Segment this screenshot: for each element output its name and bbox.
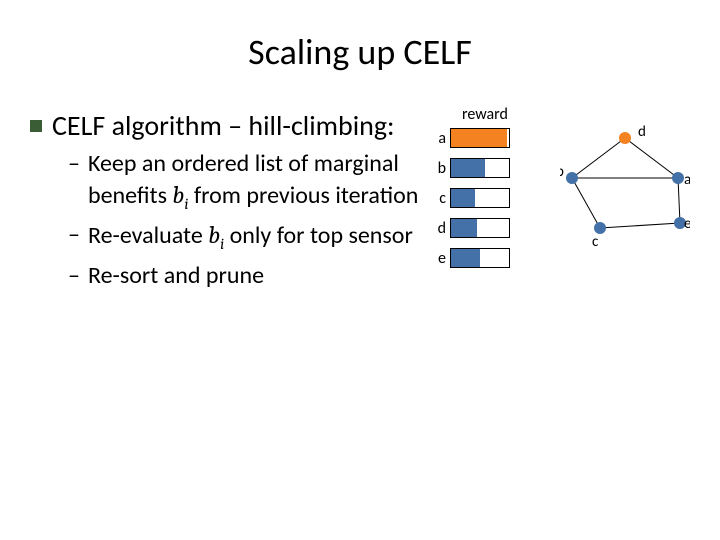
bullet-level1: CELF algorithm – hill-climbing: [30, 108, 420, 143]
bar-row: a [430, 128, 510, 148]
graph-edges [572, 138, 680, 228]
reward-bar-chart: abcde [430, 128, 510, 278]
bullet-text: CELF algorithm – hill-climbing: [52, 108, 395, 143]
node-d [619, 132, 631, 144]
subbullet-text: Re-sort and prune [88, 261, 264, 292]
bar-outline [450, 128, 510, 148]
bar-outline [450, 248, 510, 268]
text-column: CELF algorithm – hill-climbing: – Keep a… [0, 108, 420, 292]
bar-row: e [430, 248, 510, 268]
bar-outline [450, 188, 510, 208]
var-b: b [208, 221, 220, 249]
bar-fill [451, 159, 485, 177]
graph-nodes [566, 132, 686, 234]
node-label-a: a [684, 171, 690, 189]
bar-outline [450, 218, 510, 238]
subbullet-text: Re-evaluate bi only for top sensor [88, 220, 413, 255]
var-b: b [172, 181, 184, 209]
bar-row: b [430, 158, 510, 178]
bar-label: e [430, 249, 446, 268]
dash-icon: – [68, 220, 80, 250]
page-title: Scaling up CELF [0, 30, 720, 74]
bar-fill [451, 129, 507, 147]
bar-label: d [430, 219, 446, 238]
node-label-c: c [592, 233, 599, 251]
bar-label: a [430, 129, 446, 148]
bar-fill [451, 189, 475, 207]
visualization-column: reward abcde [420, 108, 690, 368]
bar-fill [451, 249, 480, 267]
text-fragment: Re-evaluate [88, 221, 208, 250]
bar-fill [451, 219, 477, 237]
dash-icon: – [68, 261, 80, 291]
bar-row: c [430, 188, 510, 208]
reward-axis-label: reward [462, 105, 508, 124]
bar-label: c [430, 189, 446, 208]
node-label-e: e [684, 215, 690, 233]
body-row: CELF algorithm – hill-climbing: – Keep a… [0, 108, 720, 368]
node-b [566, 172, 578, 184]
bullet-level2: – Re-evaluate bi only for top sensor [68, 220, 420, 255]
bullet-level2: – Re-sort and prune [68, 261, 420, 292]
bar-row: d [430, 218, 510, 238]
sensor-graph: d b a c e [560, 118, 690, 268]
node-a [672, 172, 684, 184]
bullet-level2: – Keep an ordered list of marginal benef… [68, 149, 420, 214]
subbullet-text: Keep an ordered list of marginal benefit… [88, 149, 420, 214]
text-fragment: only for top sensor [224, 221, 413, 250]
node-label-d: d [638, 123, 646, 141]
bar-label: b [430, 159, 446, 178]
bar-outline [450, 158, 510, 178]
node-label-b: b [560, 163, 564, 181]
square-bullet-icon [30, 120, 42, 132]
dash-icon: – [68, 149, 80, 179]
slide: Scaling up CELF CELF algorithm – hill-cl… [0, 0, 720, 540]
text-fragment: from previous iteration [188, 181, 418, 210]
